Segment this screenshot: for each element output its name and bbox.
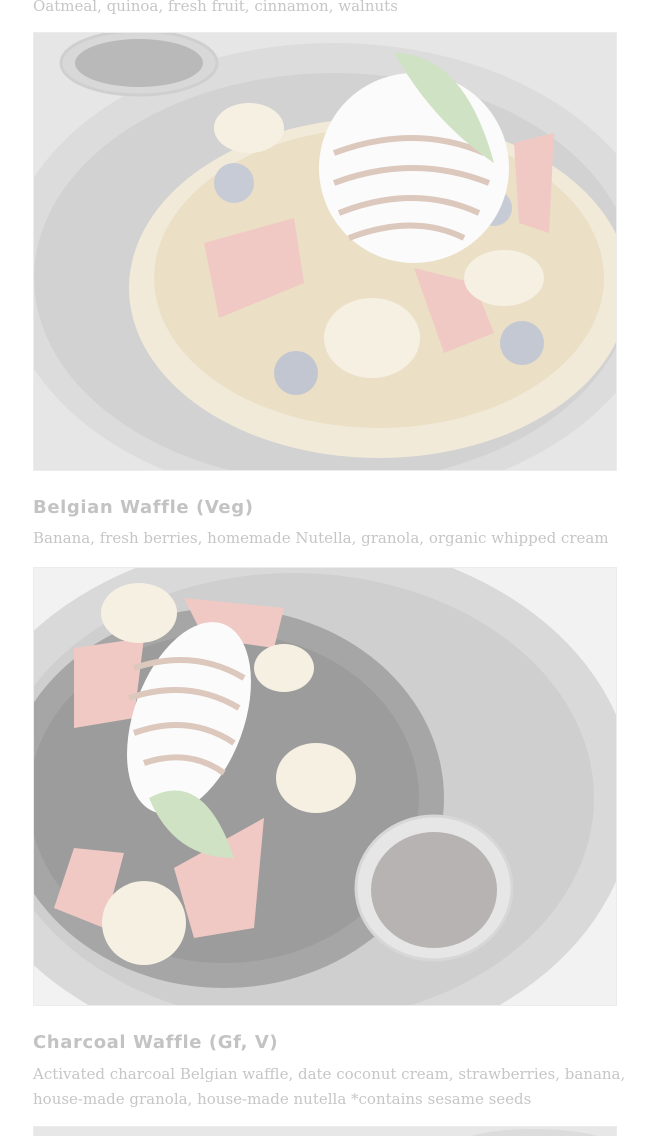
menu-list: Oatmeal, quinoa, fresh fruit, cinnamon, … <box>0 0 670 1136</box>
item-description: Banana, fresh berries, homemade Nutella,… <box>33 529 609 547</box>
charcoal-waffle-illustration <box>34 568 616 1005</box>
item-title: Belgian Waffle (Veg) <box>33 497 254 518</box>
item-title: Charcoal Waffle (Gf, V) <box>33 1032 279 1053</box>
charcoal-waffle-photo <box>33 567 617 1006</box>
oatmeal-description: Oatmeal, quinoa, fresh fruit, cinnamon, … <box>33 0 398 15</box>
item-description-line: Activated charcoal Belgian waffle, date … <box>33 1065 626 1083</box>
belgian-waffle-photo <box>33 32 617 471</box>
next-item-illustration <box>34 1127 616 1136</box>
next-item-photo <box>33 1126 617 1136</box>
belgian-waffle-illustration <box>34 33 616 470</box>
item-description-line: house-made granola, house-made nutella *… <box>33 1090 532 1108</box>
